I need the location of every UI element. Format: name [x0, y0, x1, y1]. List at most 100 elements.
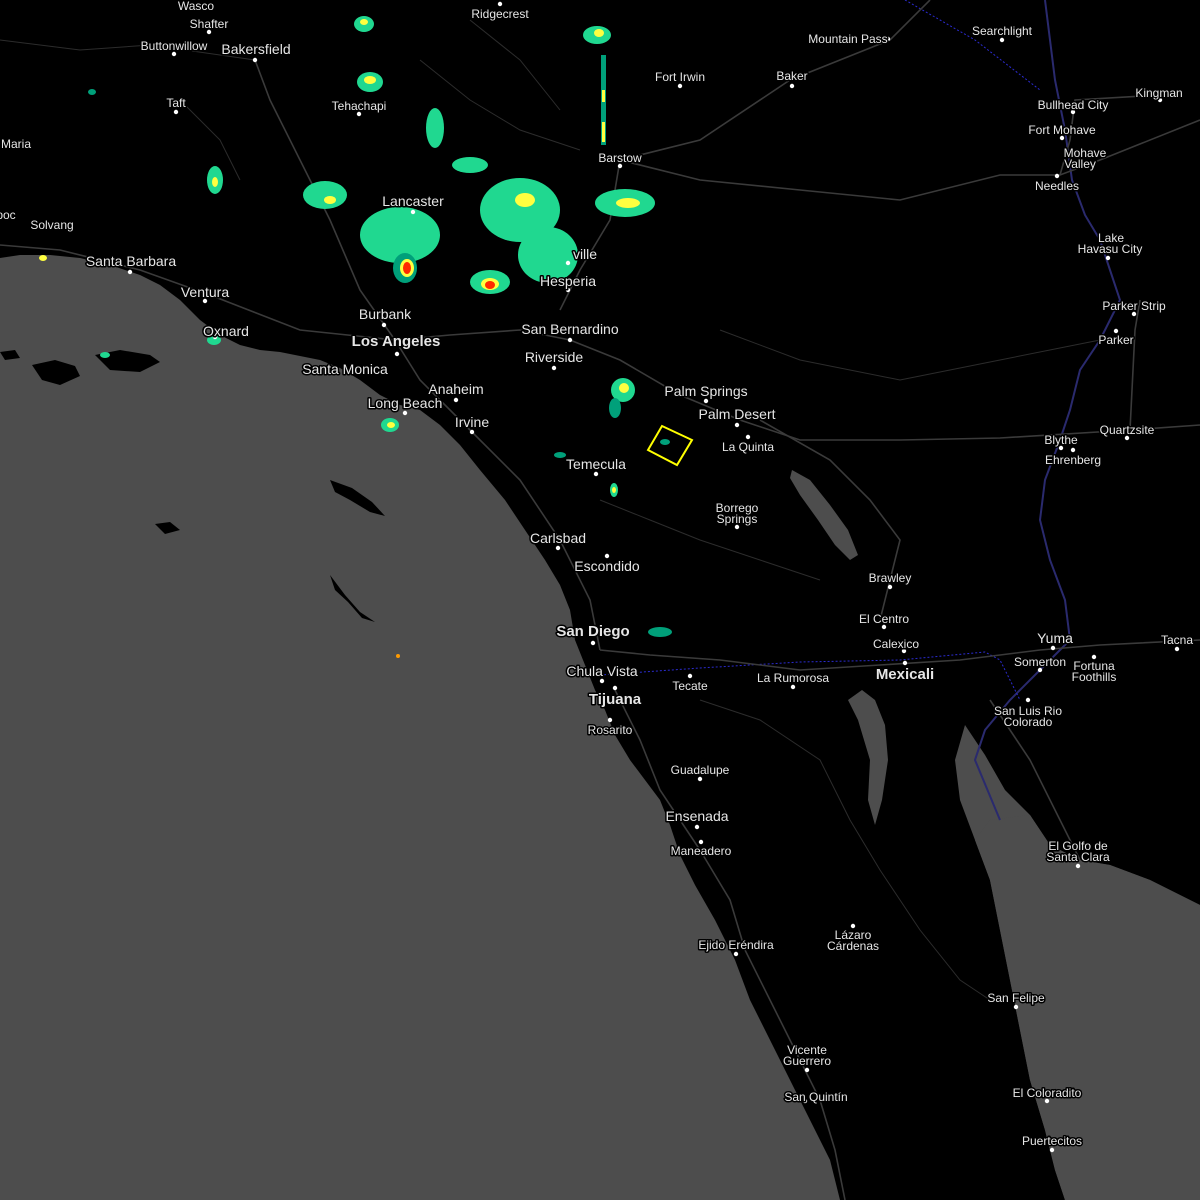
place-label-maria: Maria — [1, 137, 31, 151]
place-label-palm-desert: Palm Desert — [698, 406, 775, 422]
place-label-long-beach: Long Beach — [368, 395, 443, 411]
place-label-fortuna-2: Foothills — [1072, 670, 1117, 684]
place-label-chula-vista: Chula Vista — [566, 663, 638, 679]
place-label-ejido: Ejido Eréndira — [698, 938, 774, 952]
place-label-oxnard: Oxnard — [203, 323, 249, 339]
place-label-ridgecrest: Ridgecrest — [471, 7, 529, 21]
place-label-lancaster: Lancaster — [382, 193, 444, 209]
place-label-buttonwillow: Buttonwillow — [141, 39, 208, 53]
place-label-irvine: Irvine — [455, 414, 489, 430]
place-label-barstow: Barstow — [598, 151, 642, 165]
place-label-needles: Needles — [1035, 179, 1079, 193]
city-dot-tacna — [1174, 646, 1180, 652]
city-dot-fortuna-2 — [1091, 654, 1097, 660]
place-label-blythe: Blythe — [1044, 433, 1078, 447]
place-label-mohave-valley-2: Valley — [1064, 157, 1096, 171]
city-dot-chula-vista — [599, 678, 605, 684]
place-label-fort-irwin: Fort Irwin — [655, 70, 705, 84]
city-dot-lake-havasu-2 — [1105, 255, 1111, 261]
city-dot-guadalupe — [697, 776, 703, 782]
city-dot-ehrenberg — [1070, 447, 1076, 453]
city-dot-el-golfo-2 — [1075, 863, 1081, 869]
city-dot-san-bernardino — [567, 337, 573, 343]
place-label-hesperia: Hesperia — [540, 273, 596, 289]
place-label-mexicali: Mexicali — [876, 666, 934, 683]
place-label-temecula: Temecula — [566, 456, 626, 472]
city-dot-burbank — [381, 322, 387, 328]
place-label-riverside: Riverside — [525, 349, 584, 365]
city-dot-anaheim — [453, 397, 459, 403]
city-dot-tecate — [687, 673, 693, 679]
place-label-shafter: Shafter — [190, 17, 229, 31]
place-label-poc: poc — [0, 208, 16, 222]
city-dot-vicente-2 — [804, 1067, 810, 1073]
place-label-palm-springs: Palm Springs — [664, 383, 747, 399]
city-dot-palm-desert — [734, 422, 740, 428]
place-label-puertecitos: Puertecitos — [1022, 1134, 1082, 1148]
place-label-tehachapi: Tehachapi — [332, 99, 387, 113]
place-label-taft: Taft — [166, 96, 186, 110]
city-dot-lancaster — [410, 209, 416, 215]
place-label-bullhead-city: Bullhead City — [1038, 98, 1109, 112]
place-label-tacna: Tacna — [1161, 633, 1193, 647]
city-dot-rosarito — [607, 717, 613, 723]
place-label-mountain-pass: Mountain Pass — [808, 32, 887, 46]
city-dot-puertecitos — [1049, 1147, 1055, 1153]
city-dot-la-rumorosa — [790, 684, 796, 690]
city-dot-la-quinta — [745, 434, 751, 440]
city-dot-ejido — [733, 951, 739, 957]
city-dot-ensenada — [694, 824, 700, 830]
place-label-yuma: Yuma — [1037, 630, 1073, 646]
place-label-solvang: Solvang — [30, 218, 73, 232]
city-dot-santa-barbara — [127, 269, 133, 275]
place-label-borrego-2: Springs — [717, 512, 758, 526]
city-dot-long-beach — [402, 410, 408, 416]
place-label-parker: Parker — [1098, 333, 1133, 347]
place-label-searchlight: Searchlight — [972, 24, 1033, 38]
place-label-escondido: Escondido — [574, 558, 640, 574]
city-dot-san-felipe — [1013, 1004, 1019, 1010]
place-label-la-quinta: La Quinta — [722, 440, 774, 454]
city-dot-baker — [789, 83, 795, 89]
city-dot-yuma — [1050, 645, 1056, 651]
city-dot-fort-irwin — [677, 83, 683, 89]
place-label-el-golfo-2: Santa Clara — [1046, 850, 1110, 864]
place-label-brawley: Brawley — [869, 571, 912, 585]
place-label-parker-strip: Parker Strip — [1102, 299, 1166, 313]
place-label-san-bernardino: San Bernardino — [521, 321, 619, 337]
city-dot-riverside — [551, 365, 557, 371]
city-dot-irvine — [469, 429, 475, 435]
place-label-baker: Baker — [776, 69, 807, 83]
place-label-maneadero: Maneadero — [671, 844, 732, 858]
city-dot-palm-springs — [703, 398, 709, 404]
place-label-tijuana: Tijuana — [589, 691, 642, 708]
city-dot-mexicali — [902, 660, 908, 666]
place-label-somerton: Somerton — [1014, 655, 1066, 669]
place-label-san-luis-2: Colorado — [1004, 715, 1053, 729]
place-label-lazaro-2: Cárdenas — [827, 939, 879, 953]
city-dot-needles — [1054, 173, 1060, 179]
place-label-burbank: Burbank — [359, 306, 412, 322]
place-label-el-coloradito: El Coloradito — [1013, 1086, 1082, 1100]
place-label-wasco: Wasco — [178, 0, 215, 13]
place-label-ensenada: Ensenada — [665, 808, 728, 824]
place-label-santa-monica: Santa Monica — [302, 361, 388, 377]
city-dot-brawley — [887, 584, 893, 590]
place-label-ehrenberg: Ehrenberg — [1045, 453, 1101, 467]
place-label-el-centro: El Centro — [859, 612, 909, 626]
place-label-santa-barbara: Santa Barbara — [86, 253, 176, 269]
city-dot-searchlight — [999, 37, 1005, 43]
city-dot-temecula — [593, 471, 599, 477]
place-label-lake-havasu-2: Havasu City — [1078, 242, 1143, 256]
place-label-san-quintin: San Quintín — [784, 1090, 847, 1104]
city-dot-san-diego — [590, 640, 596, 646]
place-label-bakersfield: Bakersfield — [221, 41, 290, 57]
city-dot-tijuana — [612, 685, 618, 691]
place-label-kingman: Kingman — [1135, 86, 1182, 100]
place-label-quartzsite: Quartzsite — [1100, 423, 1155, 437]
place-label-ventura: Ventura — [181, 284, 229, 300]
radar-map[interactable]: Wasco Shafter Buttonwillow Bakersfield Ridge… — [0, 0, 1200, 1200]
city-dot-bakersfield — [252, 57, 258, 63]
city-dot-san-luis-2 — [1025, 697, 1031, 703]
place-label-san-felipe: San Felipe — [987, 991, 1045, 1005]
